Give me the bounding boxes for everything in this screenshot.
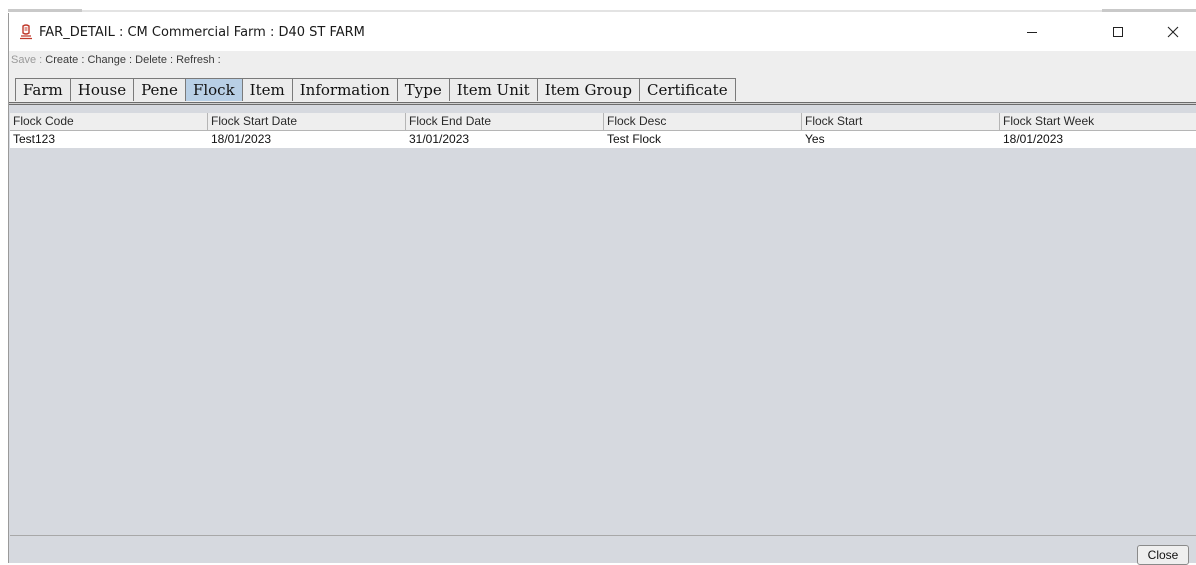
menu-change[interactable]: Change : [87,54,135,66]
background-window-edge [8,9,82,12]
tab-information[interactable]: Information [291,78,398,101]
cell-flock-end-date: 31/01/2023 [409,132,470,146]
column-header-flock-start-week[interactable]: Flock Start Week [1000,113,1196,130]
tab-pene[interactable]: Pene [133,78,186,101]
flock-table[interactable]: Flock Code Flock Start Date Flock End Da… [10,113,1196,536]
window-title: FAR_DETAIL : CM Commercial Farm : D40 ST… [39,25,365,40]
cell-flock-start-date: 18/01/2023 [211,132,272,146]
action-menubar: Save : Create : Change : Delete : Refres… [9,51,1196,69]
tab-house[interactable]: House [69,78,135,101]
cell-flock-desc: Test Flock [607,132,662,146]
menu-save[interactable]: Save : [11,54,45,66]
menu-delete[interactable]: Delete : [135,54,176,66]
cell-flock-code: Test123 [13,132,56,146]
cell-flock-start: Yes [805,132,825,146]
close-icon [1167,26,1179,38]
tab-certificate[interactable]: Certificate [638,78,736,101]
tab-farm[interactable]: Farm [15,78,71,101]
table-row[interactable]: Test123 18/01/2023 31/01/2023 Test Flock… [10,131,1196,148]
tab-panel-border [9,102,1196,105]
column-header-flock-start-date[interactable]: Flock Start Date [208,113,406,130]
tab-type[interactable]: Type [396,78,450,101]
menu-refresh[interactable]: Refresh : [176,54,221,66]
menu-create[interactable]: Create : [45,54,87,66]
column-header-flock-start[interactable]: Flock Start [802,113,1000,130]
table-header: Flock Code Flock Start Date Flock End Da… [10,113,1196,131]
minimize-icon [1027,32,1037,33]
column-header-flock-end-date[interactable]: Flock End Date [406,113,604,130]
window-close-button[interactable] [1150,13,1196,51]
farm-app-icon [18,24,34,40]
tab-item-unit[interactable]: Item Unit [448,78,538,101]
tab-item-group[interactable]: Item Group [536,78,640,101]
maximize-icon [1113,27,1123,37]
tab-flock[interactable]: Flock [184,78,243,101]
far-detail-window: FAR_DETAIL : CM Commercial Farm : D40 ST… [8,13,1196,565]
minimize-button[interactable] [1009,13,1055,51]
column-header-flock-desc[interactable]: Flock Desc [604,113,802,130]
background-window-edge [1102,9,1196,12]
tab-strip: Farm House Pene Flock Item Information T… [9,69,1196,105]
cell-flock-start-week: 18/01/2023 [1003,132,1064,146]
tab-list: Farm House Pene Flock Item Information T… [15,78,736,102]
maximize-button[interactable] [1095,13,1141,51]
background-window-strip [0,0,1196,13]
tab-item[interactable]: Item [241,78,293,101]
close-button[interactable]: Close [1137,545,1189,565]
background-window-edge [82,10,1102,12]
title-bar[interactable]: FAR_DETAIL : CM Commercial Farm : D40 ST… [9,13,1196,51]
column-header-flock-code[interactable]: Flock Code [10,113,208,130]
